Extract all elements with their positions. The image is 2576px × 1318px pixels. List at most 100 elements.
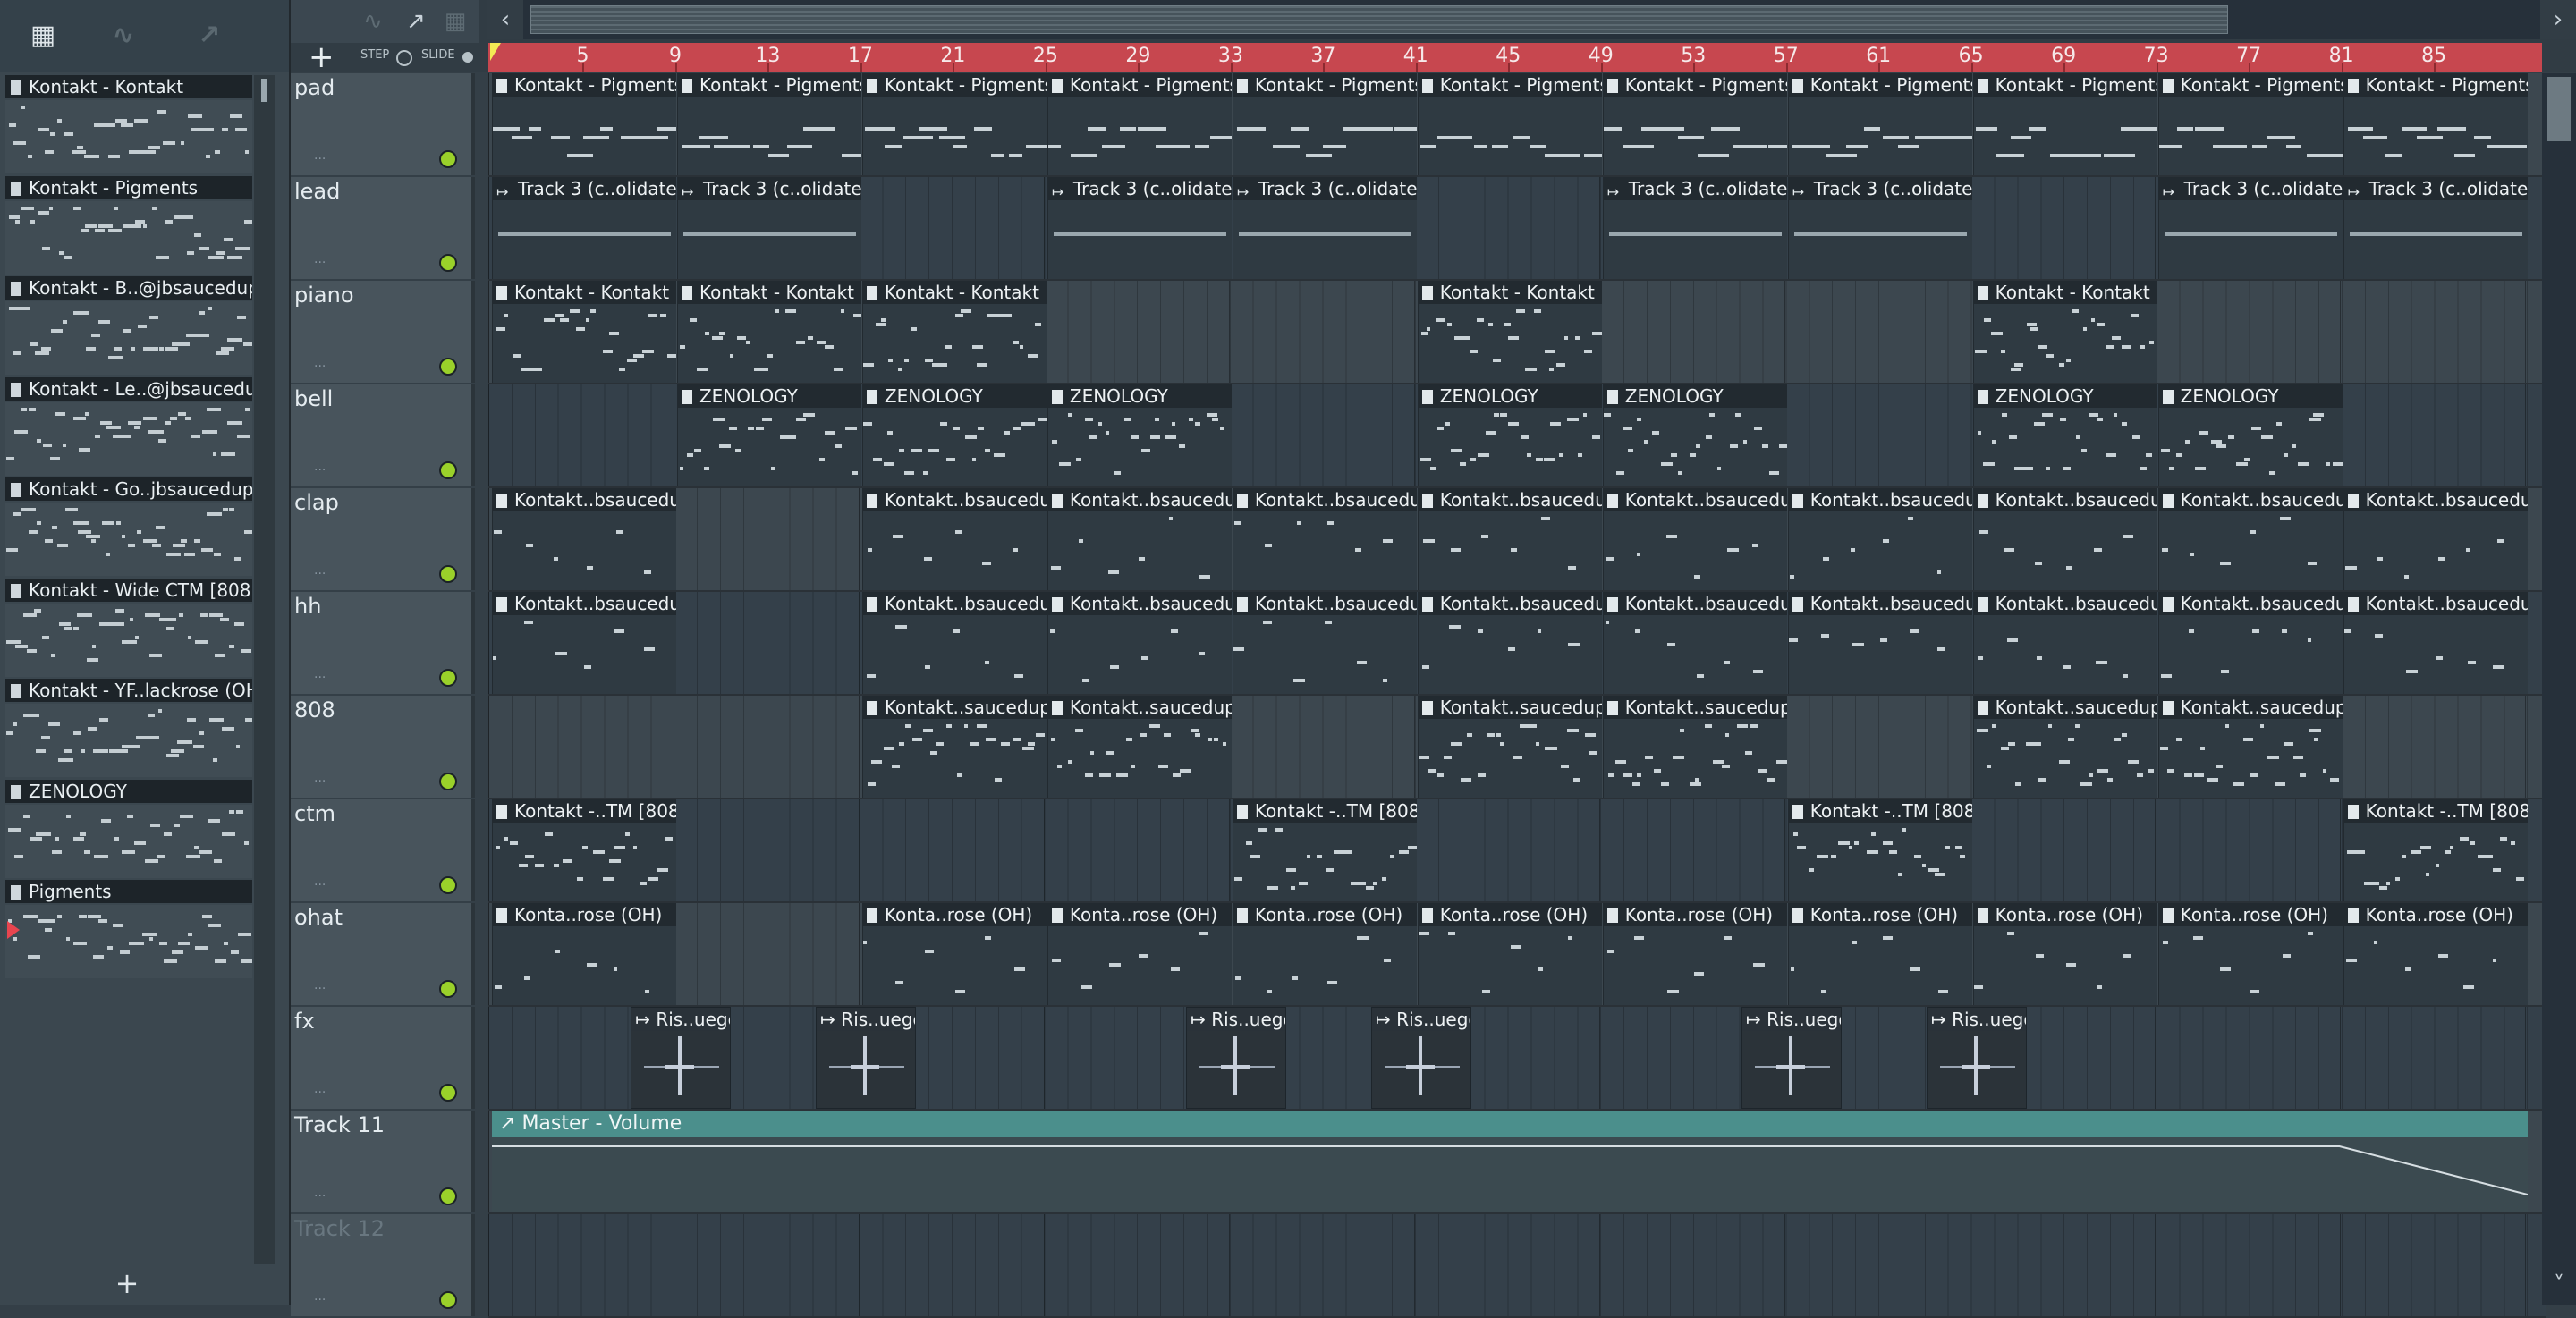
- track-mute-led-icon[interactable]: [439, 358, 457, 376]
- pattern-clip[interactable]: Konta..rose (OH): [1232, 903, 1417, 1005]
- vertical-scroll-thumb[interactable]: [2547, 77, 2571, 141]
- clip-header[interactable]: Kontakt..bsaucedup: [1047, 488, 1232, 511]
- track-lane[interactable]: Konta..rose (OH) Konta..rose (OH) Konta..r…: [488, 903, 2546, 1007]
- track-options[interactable]: ...: [314, 874, 326, 889]
- clip-header[interactable]: Kontakt..bsaucedup: [1233, 488, 1417, 511]
- clip-header[interactable]: Kontakt -..TM [808]: [493, 799, 676, 823]
- pattern-clip[interactable]: Kontakt..bsaucedup: [2343, 488, 2528, 590]
- overview-scroll-thumb[interactable]: [530, 5, 2228, 34]
- pattern-clip[interactable]: Kontakt -..TM [808]: [492, 799, 676, 901]
- clip-header[interactable]: ZENOLOGY: [1418, 384, 1602, 408]
- clip-header[interactable]: Kontakt..bsaucedup: [1603, 488, 1787, 511]
- scroll-left-icon[interactable]: ‹: [487, 0, 523, 39]
- clip-header[interactable]: Kontakt - Kontakt: [493, 281, 676, 304]
- clip-header[interactable]: Kontakt..bsaucedup: [1418, 592, 1602, 615]
- clip-header[interactable]: Konta..rose (OH): [1788, 903, 1972, 926]
- pattern-clip[interactable]: Kontakt..bsaucedup: [492, 592, 676, 694]
- clip-header[interactable]: Kontakt..bsaucedup: [2343, 488, 2528, 511]
- horizontal-scrollbar[interactable]: ‹ ›: [487, 0, 2576, 39]
- clip-header[interactable]: Kontakt - Pigments: [1603, 73, 1787, 97]
- pattern-list-scrollbar[interactable]: [254, 75, 275, 1264]
- pattern-item[interactable]: Pigments: [5, 880, 252, 980]
- clip-header[interactable]: Kontakt - Kontakt: [1418, 281, 1602, 304]
- pattern-clip[interactable]: Kontakt..bsaucedup: [1787, 488, 1972, 590]
- track-header[interactable]: piano...: [291, 281, 475, 383]
- pattern-clip[interactable]: Kontakt - Kontakt: [861, 281, 1046, 383]
- pattern-item-header[interactable]: Kontakt - YF..lackrose (OH): [5, 679, 252, 702]
- track-options[interactable]: ...: [314, 252, 326, 266]
- track-mute-led-icon[interactable]: [439, 150, 457, 168]
- scroll-thumb[interactable]: [261, 79, 267, 102]
- clip-header[interactable]: Kontakt - Pigments: [2158, 73, 2343, 97]
- vertical-scrollbar[interactable]: ˅: [2542, 73, 2576, 1305]
- pattern-clip[interactable]: Kontakt..saucedup: [1417, 696, 1602, 798]
- clip-header[interactable]: Kontakt..bsaucedup: [1973, 488, 2157, 511]
- pattern-clip[interactable]: Kontakt - Pigments: [1787, 73, 1972, 175]
- track-mute-led-icon[interactable]: [439, 254, 457, 272]
- audio-clip[interactable]: ↦ Ris..uego: [1741, 1007, 1842, 1109]
- pattern-clip[interactable]: Konta..rose (OH): [1046, 903, 1232, 1005]
- pattern-clip[interactable]: Kontakt..bsaucedup: [2157, 488, 2343, 590]
- scroll-down-icon[interactable]: ˅: [2542, 1266, 2576, 1302]
- audio-clip-header[interactable]: ↦ Ris..uego: [1927, 1008, 2026, 1031]
- track-lane[interactable]: Kontakt - Pigments Kontakt - Pigments Kont…: [488, 73, 2546, 177]
- pattern-item-header[interactable]: Kontakt - Wide CTM [808]: [5, 578, 252, 602]
- pattern-clip[interactable]: Kontakt..bsaucedup: [492, 488, 676, 590]
- clip-header[interactable]: Kontakt..saucedup: [862, 696, 1046, 719]
- audio-clip[interactable]: ↦ Ris..uego: [1371, 1007, 1472, 1109]
- track-header[interactable]: fx...: [291, 1007, 475, 1109]
- clip-header[interactable]: Kontakt..bsaucedup: [1603, 592, 1787, 615]
- clip-header[interactable]: ↦ Track 3 (c..olidated): [493, 177, 676, 200]
- clip-header[interactable]: Kontakt -..TM [808]: [1788, 799, 1972, 823]
- pattern-clip[interactable]: Kontakt - Pigments: [676, 73, 861, 175]
- track-header[interactable]: clap...: [291, 488, 475, 590]
- clip-header[interactable]: Kontakt..bsaucedup: [1418, 488, 1602, 511]
- clip-header[interactable]: Kontakt..bsaucedup: [2158, 592, 2343, 615]
- add-pattern-button[interactable]: +: [107, 1268, 147, 1298]
- pattern-clip[interactable]: ZENOLOGY: [861, 384, 1046, 486]
- clip-header[interactable]: Konta..rose (OH): [862, 903, 1046, 926]
- track-options[interactable]: ...: [314, 1289, 326, 1304]
- clip-header[interactable]: Konta..rose (OH): [2343, 903, 2528, 926]
- pattern-clip[interactable]: Kontakt..saucedup: [2157, 696, 2343, 798]
- audio-clip-picker-icon[interactable]: ∿: [104, 20, 143, 52]
- pattern-clip[interactable]: ZENOLOGY: [1417, 384, 1602, 486]
- clip-header[interactable]: Konta..rose (OH): [1233, 903, 1417, 926]
- pattern-item[interactable]: Kontakt - Pigments: [5, 175, 252, 276]
- step-toggle[interactable]: [396, 50, 412, 66]
- clip-header[interactable]: Kontakt - Pigments: [862, 73, 1046, 97]
- pattern-clip[interactable]: Kontakt - Pigments: [1972, 73, 2157, 175]
- track-header[interactable]: lead...: [291, 177, 475, 279]
- pattern-clip[interactable]: Kontakt..bsaucedup: [1046, 488, 1232, 590]
- clip-header[interactable]: ZENOLOGY: [1047, 384, 1232, 408]
- clip-header[interactable]: Kontakt - Pigments: [1973, 73, 2157, 97]
- clip-header[interactable]: Kontakt - Pigments: [1788, 73, 1972, 97]
- clip-header[interactable]: Kontakt..saucedup: [1973, 696, 2157, 719]
- track-header[interactable]: ctm...: [291, 799, 475, 901]
- pattern-clip[interactable]: Kontakt..bsaucedup: [1787, 592, 1972, 694]
- pattern-clip[interactable]: Kontakt - Kontakt: [1417, 281, 1602, 383]
- pattern-item[interactable]: Kontakt - Go..jbsaucedup: [5, 477, 252, 578]
- clip-header[interactable]: Kontakt - Kontakt: [1973, 281, 2157, 304]
- clip-header[interactable]: Konta..rose (OH): [1047, 903, 1232, 926]
- track-header[interactable]: Track 12...: [291, 1214, 475, 1316]
- track-lane[interactable]: ZENOLOGY ZENOLOGY ZENOLOGY ZENOLOGY ZENOLOGY…: [488, 384, 2546, 488]
- track-lane[interactable]: Kontakt..bsaucedup Kontakt..bsaucedup Kont…: [488, 592, 2546, 696]
- track-header[interactable]: bell...: [291, 384, 475, 486]
- pattern-clip[interactable]: Kontakt - Pigments: [1232, 73, 1417, 175]
- timeline-ruler[interactable]: 5 9 13 17 21 25 29 33 37 41 45 49 53 57 61 65 69 73 77 81 85: [488, 43, 2542, 72]
- track-lane[interactable]: ↗ Master - Volume: [488, 1111, 2546, 1214]
- waveform-icon[interactable]: ∿: [355, 5, 391, 38]
- clip-header[interactable]: Kontakt - Pigments: [677, 73, 861, 97]
- audio-clip[interactable]: ↦ Ris..uego: [631, 1007, 732, 1109]
- audio-clip[interactable]: ↦ Track 3 (c..olidated): [1046, 177, 1232, 279]
- track-header[interactable]: Track 11...: [291, 1111, 475, 1212]
- clip-header[interactable]: Kontakt - Pigments: [1418, 73, 1602, 97]
- pattern-clip[interactable]: Kontakt..bsaucedup: [2343, 592, 2528, 694]
- pattern-clip[interactable]: Konta..rose (OH): [861, 903, 1046, 1005]
- clip-header[interactable]: Kontakt..saucedup: [1418, 696, 1602, 719]
- clip-header[interactable]: Kontakt..bsaucedup: [493, 488, 676, 511]
- track-header[interactable]: hh...: [291, 592, 475, 694]
- clip-header[interactable]: Konta..rose (OH): [1603, 903, 1787, 926]
- automation-picker-icon[interactable]: ↗: [190, 20, 229, 52]
